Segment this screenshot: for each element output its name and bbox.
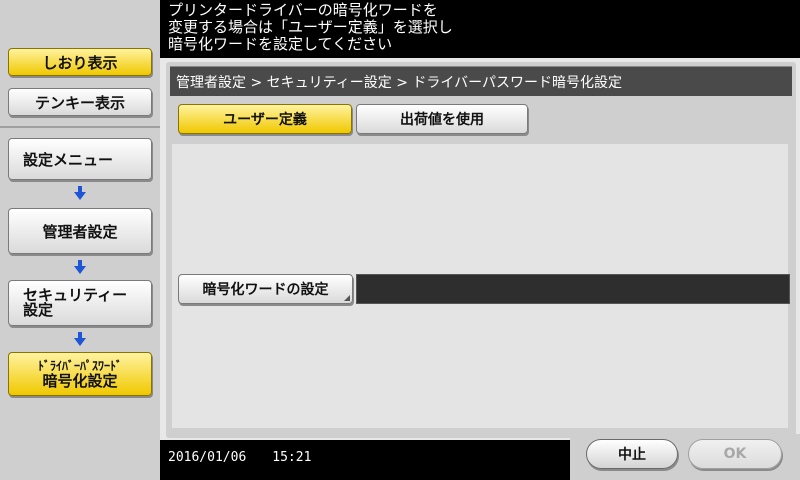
security-settings-label-line2: 設定	[23, 301, 54, 319]
main-panel: 管理者設定 > セキュリティー設定 > ドライバーパスワード暗号化設定 ユーザー…	[160, 58, 800, 440]
user-defined-label: ユーザー定義	[223, 112, 307, 128]
admin-settings-button[interactable]: 管理者設定	[8, 208, 152, 254]
footer-panel: 中止 OK	[570, 434, 800, 480]
driver-password-label-line2: 暗号化設定	[42, 372, 118, 390]
corner-triangle-icon	[344, 295, 350, 301]
cancel-label: 中止	[618, 447, 646, 463]
keypad-view-label: テンキー表示	[34, 93, 125, 112]
settings-menu-button[interactable]: 設定メニュー	[8, 138, 152, 180]
encryption-word-setting-button[interactable]: 暗号化ワードの設定	[178, 274, 353, 304]
security-settings-button[interactable]: セキュリティー 設定	[8, 280, 152, 326]
ok-button[interactable]: OK	[688, 439, 782, 469]
factory-default-label: 出荷値を使用	[400, 112, 484, 128]
driver-password-encryption-button[interactable]: ﾄﾞﾗｲﾊﾞｰﾊﾟｽﾜｰﾄﾞ 暗号化設定	[8, 352, 152, 396]
factory-default-button[interactable]: 出荷値を使用	[356, 104, 528, 134]
arrow-down-icon	[74, 186, 86, 200]
breadcrumb: 管理者設定 > セキュリティー設定 > ドライバーパスワード暗号化設定	[170, 66, 792, 96]
admin-settings-label: 管理者設定	[42, 222, 118, 241]
bookmark-view-label: しおり表示	[42, 53, 118, 72]
user-defined-button[interactable]: ユーザー定義	[178, 104, 352, 134]
sidebar-divider	[0, 126, 160, 128]
arrow-down-icon	[74, 260, 86, 274]
datetime: 2016/01/06 15:21	[168, 450, 337, 465]
time-text: 15:21	[272, 450, 312, 465]
encryption-word-setting-label: 暗号化ワードの設定	[202, 282, 329, 298]
keypad-view-button[interactable]: テンキー表示	[8, 88, 152, 116]
cancel-button[interactable]: 中止	[586, 439, 678, 469]
arrow-down-icon	[74, 332, 86, 346]
date-text: 2016/01/06	[168, 450, 247, 465]
encryption-word-field[interactable]	[356, 274, 790, 304]
sidebar: しおり表示 テンキー表示 設定メニュー 管理者設定 セキュリティー 設定 ﾄﾞﾗ…	[0, 0, 160, 480]
ok-label: OK	[723, 446, 747, 462]
bookmark-view-button[interactable]: しおり表示	[8, 48, 152, 76]
instruction-message: プリンタードライバーの暗号化ワードを 変更する場合は「ユーザー定義」を選択し 暗…	[168, 1, 453, 53]
settings-menu-label: 設定メニュー	[23, 150, 114, 169]
panel-inner: 管理者設定 > セキュリティー設定 > ドライバーパスワード暗号化設定 ユーザー…	[166, 62, 796, 438]
